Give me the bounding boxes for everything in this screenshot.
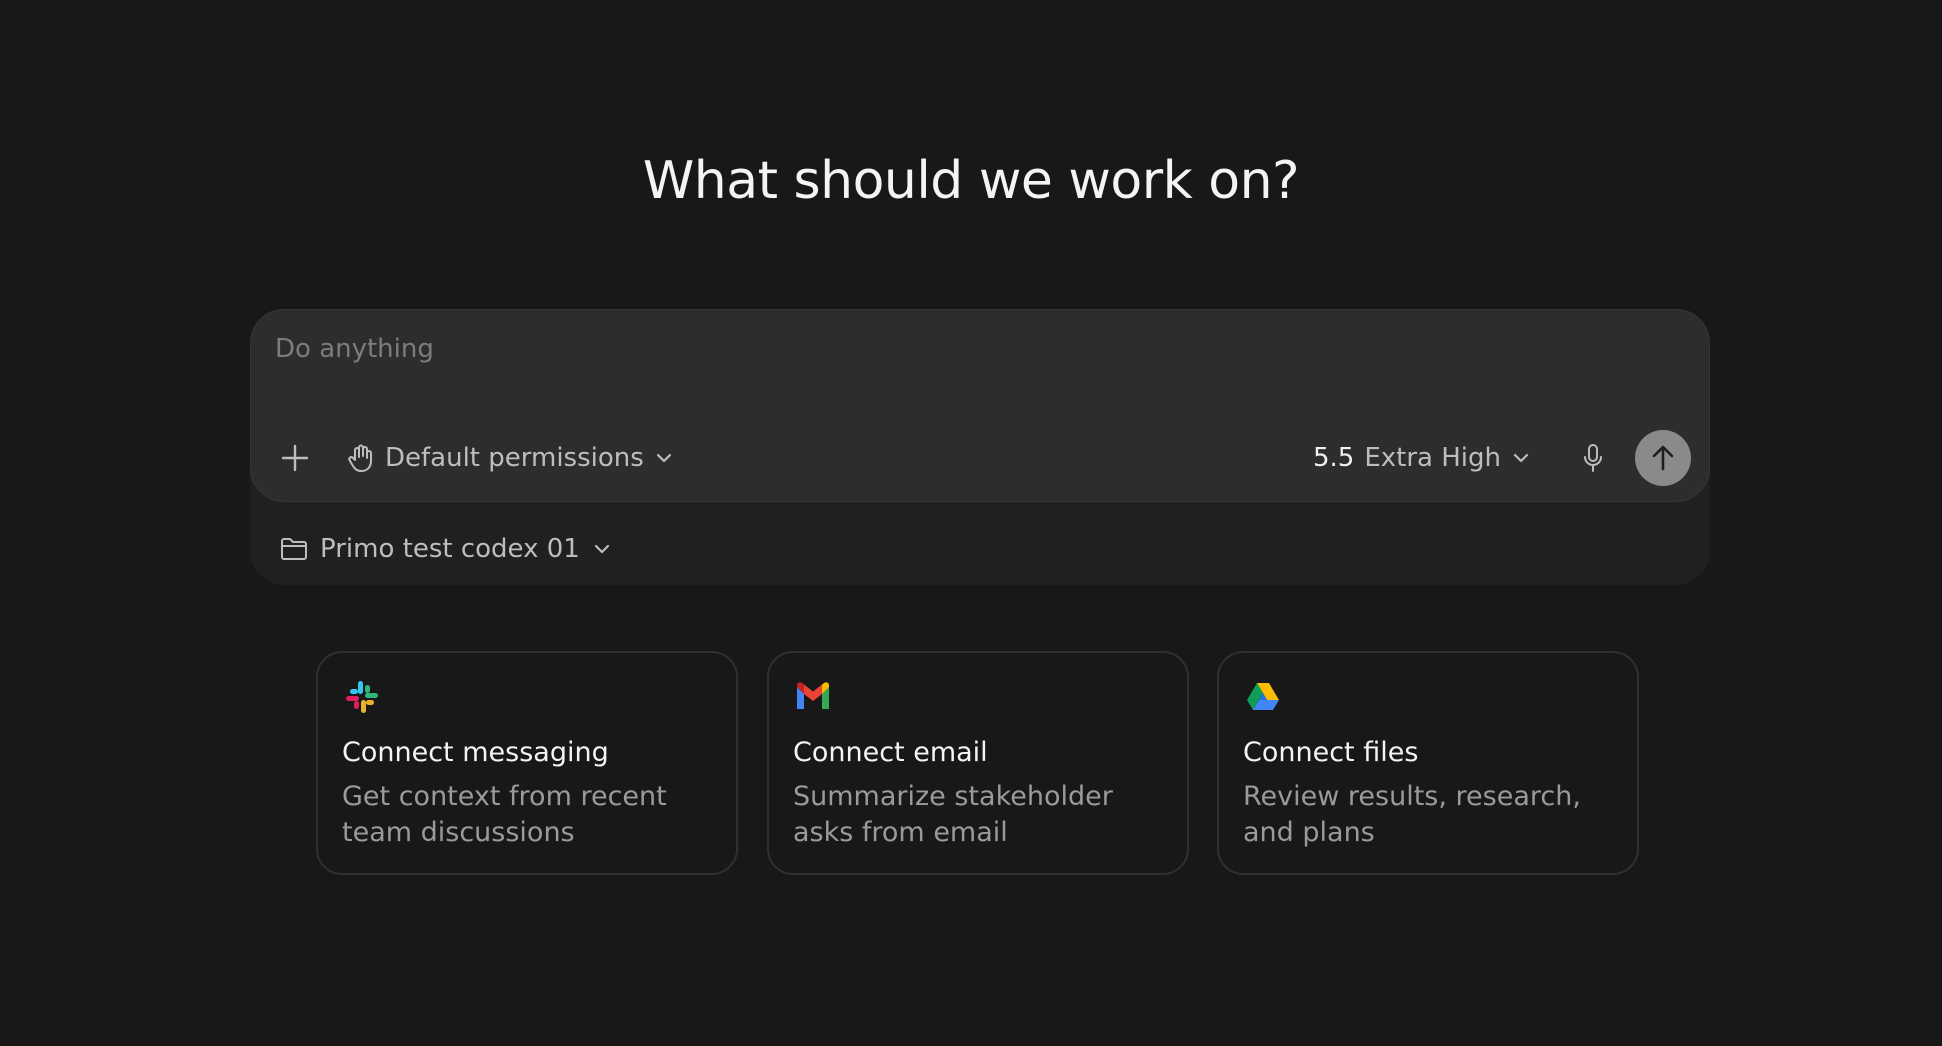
card-description: Summarize stakeholder asks from email xyxy=(793,781,1113,848)
permissions-label: Default permissions xyxy=(385,443,644,473)
card-description: Get context from recent team discussions xyxy=(342,781,667,848)
composer: Default permissions 5.5 Extra High xyxy=(250,309,1710,502)
google-drive-icon xyxy=(1247,683,1279,710)
composer-container: Default permissions 5.5 Extra High xyxy=(250,309,1710,585)
model-version: 5.5 xyxy=(1313,443,1355,473)
connect-files-card[interactable]: Connect files Review results, research, … xyxy=(1217,651,1639,875)
prompt-input[interactable] xyxy=(275,334,1675,394)
arrow-up-icon xyxy=(1652,445,1674,471)
new-task-page: What should we work on? Default permissi… xyxy=(0,0,1942,1046)
card-title: Connect email xyxy=(793,737,988,768)
project-selector[interactable]: Primo test codex 01 xyxy=(280,529,612,569)
folder-icon xyxy=(281,538,307,560)
voice-input-button[interactable] xyxy=(1573,438,1613,478)
connect-email-card[interactable]: Connect email Summarize stakeholder asks… xyxy=(767,651,1189,875)
model-dropdown[interactable]: 5.5 Extra High xyxy=(1313,438,1531,478)
chevron-down-icon xyxy=(594,544,609,554)
slack-icon xyxy=(346,681,378,713)
composer-toolbar: Default permissions 5.5 Extra High xyxy=(251,428,1709,488)
card-title: Connect messaging xyxy=(342,737,609,768)
page-title: What should we work on? xyxy=(642,151,1300,211)
project-label: Primo test codex 01 xyxy=(320,534,580,564)
chevron-down-icon xyxy=(1513,453,1529,463)
model-effort: Extra High xyxy=(1364,443,1502,473)
hand-icon xyxy=(348,444,372,472)
card-description: Review results, research, and plans xyxy=(1243,781,1581,848)
connect-messaging-card[interactable]: Connect messaging Get context from recen… xyxy=(316,651,738,875)
chevron-down-icon xyxy=(656,453,671,463)
add-attachment-button[interactable] xyxy=(275,438,315,478)
send-button[interactable] xyxy=(1635,430,1691,486)
permissions-dropdown[interactable]: Default permissions xyxy=(347,438,674,478)
plus-icon xyxy=(281,444,309,472)
microphone-icon xyxy=(1584,444,1602,472)
card-title: Connect files xyxy=(1243,737,1419,768)
gmail-icon xyxy=(797,682,829,709)
